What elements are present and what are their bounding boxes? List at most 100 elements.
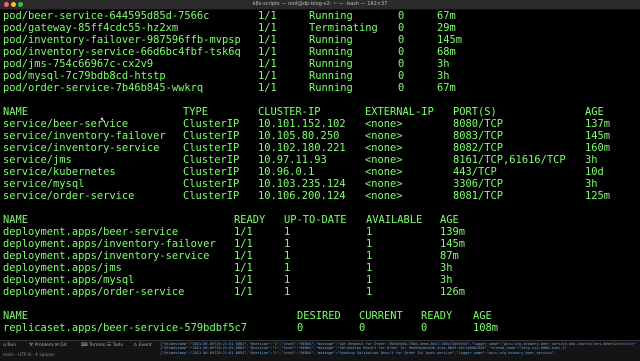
service-row-cell: 3306/TCP <box>453 178 504 190</box>
deployment-row-cell: 1 <box>366 238 373 250</box>
services-header-cell: TYPE <box>183 106 209 118</box>
pod-row-cell: 0 <box>398 58 405 70</box>
service-row-cell: service/jms <box>3 154 72 166</box>
replicasets-header-cell: READY <box>421 310 453 322</box>
service-row-cell: 10.103.235.124 <box>258 178 346 190</box>
deployment-row-cell: 1/1 <box>234 238 253 250</box>
replicasets-header-cell: AGE <box>473 310 492 322</box>
bottom-tab[interactable]: ⚒ Problems <box>29 342 54 350</box>
deployment-row-cell: 1 <box>366 274 373 286</box>
deployments-header-cell: AGE <box>440 214 459 226</box>
service-row-cell: 443/TCP <box>453 166 497 178</box>
service-row-cell: 8082/TCP <box>453 142 504 154</box>
service-row-cell: <none> <box>365 190 403 202</box>
service-row-cell: 137m <box>585 118 611 130</box>
deployments-header-cell: AVAILABLE <box>366 214 423 226</box>
service-row-cell: <none> <box>365 118 403 130</box>
pod-row-cell: 3h <box>437 58 450 70</box>
pod-row-cell: pod/gateway-85ff4cdc55-hz2xm <box>3 22 179 34</box>
terminal-output[interactable]: pod/beer-service-644595d85d-7566c 1/1 Runn… <box>0 10 640 340</box>
log-output-panel[interactable]: {"@timestamp":"2021-06-09T19:21:01.686Z"… <box>160 342 640 360</box>
pod-row-cell: 3h <box>437 70 450 82</box>
deployments-header-cell: UP-TO-DATE <box>284 214 347 226</box>
pod-row-cell: 0 <box>398 34 405 46</box>
status-bar-text: main · UTF-8 · 4 spaces <box>3 353 55 358</box>
bottom-tab[interactable]: ⚠ Event <box>133 342 158 350</box>
service-row-cell: service/beer-service <box>3 118 129 130</box>
pod-row-cell: 145m <box>437 34 463 46</box>
pod-row-cell: 67m <box>437 82 456 94</box>
deployment-row-cell: deployment.apps/inventory-failover <box>3 238 216 250</box>
service-row-cell: 10d <box>585 166 604 178</box>
pod-row-cell: 0 <box>398 82 405 94</box>
deployment-row-cell: 145m <box>440 238 466 250</box>
pod-row-cell: Running <box>309 58 353 70</box>
service-row-cell: service/order-service <box>3 190 135 202</box>
replicaset-row-cell: replicaset.apps/beer-service-579bdbf5c7 <box>3 322 247 334</box>
deployment-row-cell: 1 <box>284 250 291 262</box>
pod-row-cell: Terminating <box>309 22 378 34</box>
pod-row-cell: 0 <box>398 10 405 22</box>
bottom-tab[interactable]: ⌨ Terminal <box>81 342 106 350</box>
pod-row-cell: Running <box>309 34 353 46</box>
pod-row-cell: 1/1 <box>258 82 277 94</box>
deployment-row-cell: deployment.apps/order-service <box>3 286 185 298</box>
service-row-cell: <none> <box>365 166 403 178</box>
services-header-cell: NAME <box>3 106 29 118</box>
services-header-cell: AGE <box>585 106 604 118</box>
deployment-row-cell: 1/1 <box>234 262 253 274</box>
service-row-cell: ClusterIP <box>183 178 240 190</box>
service-row-cell: <none> <box>365 178 403 190</box>
pod-row-cell: 1/1 <box>258 46 277 58</box>
pod-row-cell: 1/1 <box>258 70 277 82</box>
deployment-row-cell: 1/1 <box>234 226 253 238</box>
deployment-row-cell: 1 <box>366 226 373 238</box>
service-row-cell: 10.96.0.1 <box>258 166 315 178</box>
bottom-tab[interactable]: ✉ Git <box>55 342 80 350</box>
service-row-cell: 3h <box>585 178 598 190</box>
deployment-row-cell: 1 <box>284 238 291 250</box>
pod-row-cell: pod/order-service-7b46b845-wwkrq <box>3 82 204 94</box>
service-row-cell: 8080/TCP <box>453 118 504 130</box>
pod-row-cell: pod/jms-754c66967c-cx2v9 <box>3 58 154 70</box>
service-row-cell: 10.106.200.124 <box>258 190 346 202</box>
pod-row-cell: pod/inventory-service-66d6bc4fbf-tsk6q <box>3 46 241 58</box>
window-title: k8s-scripts — root@dp-blog-v2: ~ — -bash… <box>252 1 388 7</box>
deployment-row-cell: 1 <box>284 262 291 274</box>
replicasets-header-cell: NAME <box>3 310 29 322</box>
bottom-tab[interactable]: ⌂ Run <box>3 342 28 350</box>
deployment-row-cell: 1 <box>284 286 291 298</box>
pod-row-cell: pod/beer-service-644595d85d-7566c <box>3 10 210 22</box>
deployment-row-cell: 1/1 <box>234 274 253 286</box>
replicaset-row-cell: 0 <box>297 322 304 334</box>
pod-row-cell: 1/1 <box>258 22 277 34</box>
deployments-header-cell: READY <box>234 214 266 226</box>
service-row-cell: ClusterIP <box>183 190 240 202</box>
service-row-cell: 10.97.11.93 <box>258 154 327 166</box>
bottom-tool-tabs: ⌂ Run ⚒ Problems ✉ Git ⌨ Terminal ☰ Todo ⚠ Ev… <box>0 342 160 350</box>
service-row-cell: <none> <box>365 142 403 154</box>
service-row-cell: service/kubernetes <box>3 166 116 178</box>
replicasets-header-cell: DESIRED <box>297 310 341 322</box>
window-titlebar: k8s-scripts — root@dp-blog-v2: ~ — -bash… <box>0 0 640 10</box>
bottom-tab[interactable]: ☰ Todo <box>107 342 132 350</box>
pod-row-cell: 68m <box>437 46 456 58</box>
pod-row-cell: pod/inventory-failover-987596ffb-mvpsp <box>3 34 241 46</box>
pod-row-cell: 0 <box>398 46 405 58</box>
service-row-cell: ClusterIP <box>183 142 240 154</box>
pod-row-cell: Running <box>309 82 353 94</box>
service-row-cell: <none> <box>365 130 403 142</box>
deployment-row-cell: 139m <box>440 226 466 238</box>
replicasets-header-cell: CURRENT <box>359 310 403 322</box>
service-row-cell: ClusterIP <box>183 154 240 166</box>
replicaset-row-cell: 108m <box>473 322 499 334</box>
service-row-cell: service/inventory-service <box>3 142 160 154</box>
replicaset-row-cell: 0 <box>421 322 428 334</box>
deployment-row-cell: deployment.apps/beer-service <box>3 226 179 238</box>
deployment-row-cell: deployment.apps/jms <box>3 262 122 274</box>
deployment-row-cell: deployment.apps/mysql <box>3 274 135 286</box>
pod-row-cell: 29m <box>437 22 456 34</box>
service-row-cell: service/inventory-failover <box>3 130 166 142</box>
service-row-cell: 10.105.80.250 <box>258 130 340 142</box>
pod-row-cell: Running <box>309 10 353 22</box>
